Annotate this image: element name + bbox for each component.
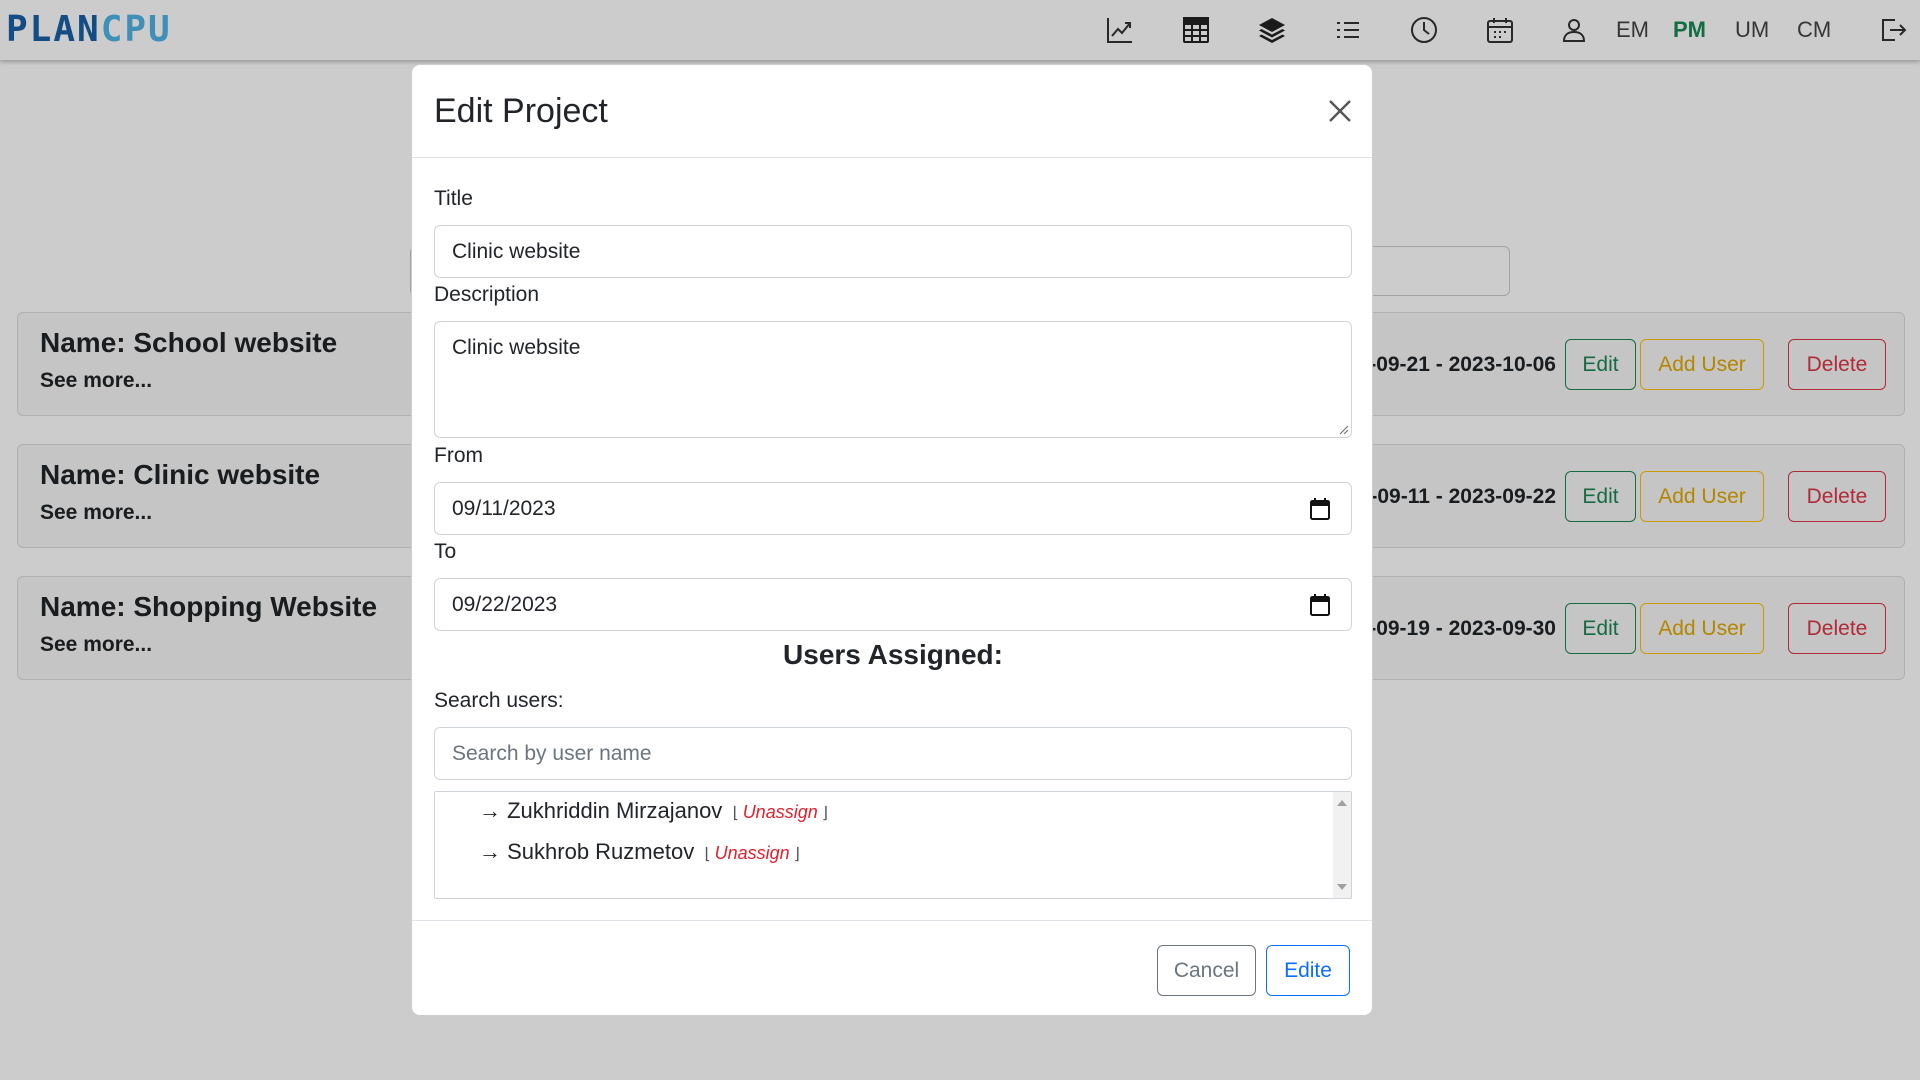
from-label: From <box>434 444 483 467</box>
list-item: → Zukhriddin Mirzajanov ⌊ Unassign ⌋ <box>479 796 832 829</box>
description-text: Clinic website <box>452 336 581 359</box>
submit-edit-button[interactable]: Edite <box>1266 945 1350 996</box>
search-users-input[interactable]: Search by user name <box>434 727 1352 780</box>
title-input[interactable]: Clinic website <box>434 225 1352 278</box>
search-placeholder: Search by user name <box>452 742 652 765</box>
to-date-input[interactable]: 09/22/2023 <box>434 578 1352 631</box>
close-icon[interactable] <box>1324 95 1356 127</box>
unassign-link[interactable]: Unassign <box>715 843 790 863</box>
scrollbar[interactable] <box>1333 792 1351 898</box>
bracket-open: ⌊ <box>704 846 711 863</box>
cancel-button[interactable]: Cancel <box>1157 945 1256 996</box>
description-textarea[interactable]: Clinic website <box>434 321 1352 438</box>
user-name: → Sukhrob Ruzmetov <box>479 839 695 864</box>
modal-title: Edit Project <box>434 92 608 130</box>
unassign-link[interactable]: Unassign <box>743 802 818 822</box>
bracket-open: ⌊ <box>732 805 739 822</box>
search-users-label: Search users: <box>434 689 564 712</box>
resize-handle-icon[interactable] <box>1339 425 1349 435</box>
list-item: → Sukhrob Ruzmetov ⌊ Unassign ⌋ <box>479 837 804 870</box>
calendar-picker-icon[interactable] <box>1309 497 1331 521</box>
assigned-users-list[interactable]: → Zukhriddin Mirzajanov ⌊ Unassign ⌋ → Suk… <box>434 791 1352 899</box>
from-date-input[interactable]: 09/11/2023 <box>434 482 1352 535</box>
bracket-close: ⌋ <box>821 805 828 822</box>
to-date-value: 09/22/2023 <box>452 593 558 616</box>
edit-project-modal: Edit Project Title Clinic website Descri… <box>411 64 1373 1016</box>
users-assigned-heading: Users Assigned: <box>783 639 1003 670</box>
description-label: Description <box>434 283 540 306</box>
bracket-close: ⌋ <box>793 846 800 863</box>
to-label: To <box>434 540 457 563</box>
modal-header: Edit Project <box>412 65 1372 158</box>
title-label: Title <box>434 187 473 210</box>
modal-footer: Cancel Edite <box>412 920 1372 1015</box>
from-date-value: 09/11/2023 <box>452 497 556 520</box>
scroll-down-icon[interactable] <box>1337 884 1347 890</box>
calendar-picker-icon[interactable] <box>1309 593 1331 617</box>
user-name: → Zukhriddin Mirzajanov <box>479 798 723 823</box>
scroll-up-icon[interactable] <box>1337 800 1347 806</box>
